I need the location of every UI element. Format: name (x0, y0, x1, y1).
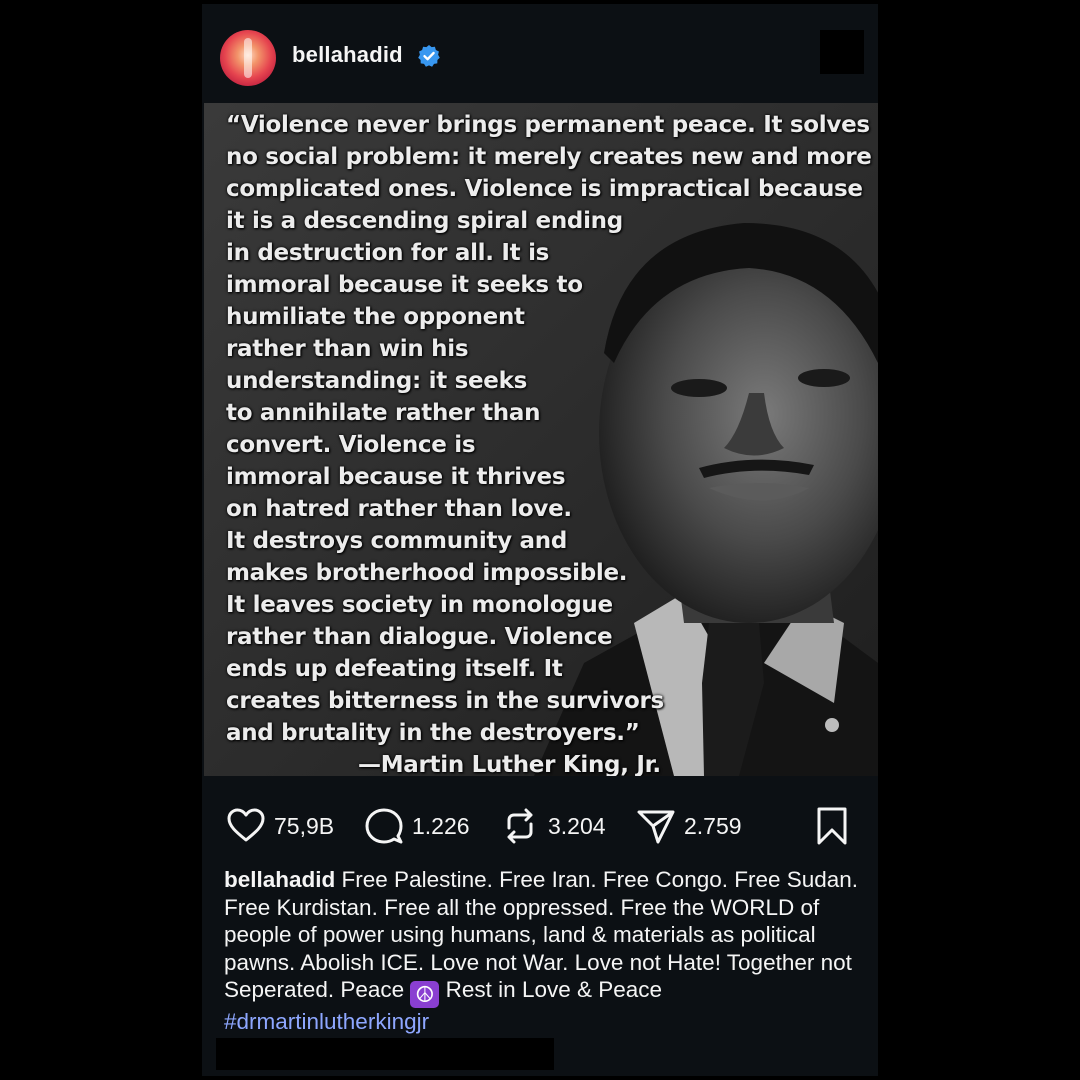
quote-line: rather than dialogue. Violence (226, 624, 613, 650)
redacted-block (216, 1038, 554, 1070)
quote-line: on hatred rather than love. (226, 496, 572, 522)
comment-count: 1.226 (412, 812, 470, 839)
quote-line: makes brotherhood impossible. (226, 560, 628, 586)
redacted-block (820, 30, 864, 74)
heart-icon (227, 808, 265, 842)
post-image[interactable]: “Violence never brings permanent peace. … (204, 103, 878, 776)
save-button[interactable] (812, 804, 852, 848)
quote-attribution: —Martin Luther King, Jr. (358, 752, 661, 776)
like-count: 75,9B (274, 812, 335, 839)
quote-line: immoral because it seeks to (226, 272, 583, 298)
quote-line: rather than win his (226, 336, 469, 362)
instagram-post: bellahadid “Violence never brings perman… (202, 4, 878, 1076)
repost-count: 3.204 (548, 812, 606, 839)
share-button[interactable]: 2.759 (636, 804, 742, 848)
quote-line: understanding: it seeks (226, 368, 527, 394)
quote-text: “Violence never brings permanent peace. … (226, 109, 872, 776)
quote-line: to annihilate rather than (226, 400, 541, 426)
repost-button[interactable]: 3.204 (500, 804, 606, 848)
caption-username[interactable]: bellahadid (224, 867, 335, 892)
quote-line: immoral because it thrives (226, 464, 566, 490)
quote-line: and brutality in the destroyers.” (226, 720, 640, 746)
comment-button[interactable]: 1.226 (364, 804, 470, 848)
share-count: 2.759 (684, 812, 742, 839)
like-button[interactable]: 75,9B (226, 804, 334, 848)
quote-line: ends up defeating itself. It (226, 656, 563, 682)
avatar[interactable] (220, 30, 276, 86)
post-caption: bellahadid Free Palestine. Free Iran. Fr… (224, 866, 864, 1036)
quote-line: complicated ones. Violence is impractica… (226, 176, 863, 202)
caption-text-after: Rest in Love & Peace (445, 977, 663, 1002)
share-icon (637, 810, 675, 844)
quote-line: in destruction for all. It is (226, 240, 550, 266)
hashtag-link[interactable]: #drmartinlutherkingjr (224, 1009, 429, 1034)
comment-icon (365, 808, 403, 844)
quote-line: creates bitterness in the survivors (226, 688, 664, 714)
quote-line: It leaves society in monologue (226, 592, 613, 618)
quote-line: no social problem: it merely creates new… (226, 144, 872, 170)
quote-line: convert. Violence is (226, 432, 476, 458)
quote-line: It destroys community and (226, 528, 567, 554)
verified-badge-icon (418, 45, 440, 67)
quote-line: humiliate the opponent (226, 304, 525, 330)
bookmark-icon (817, 807, 847, 845)
peace-emoji: ☮ (410, 981, 440, 1008)
username[interactable]: bellahadid (292, 42, 403, 68)
post-header: bellahadid (202, 4, 878, 104)
repost-icon (507, 808, 533, 844)
quote-line: it is a descending spiral ending (226, 208, 623, 234)
quote-line: “Violence never brings permanent peace. … (226, 112, 870, 138)
action-bar: 75,9B 1.226 3.204 2.759 (202, 804, 878, 854)
